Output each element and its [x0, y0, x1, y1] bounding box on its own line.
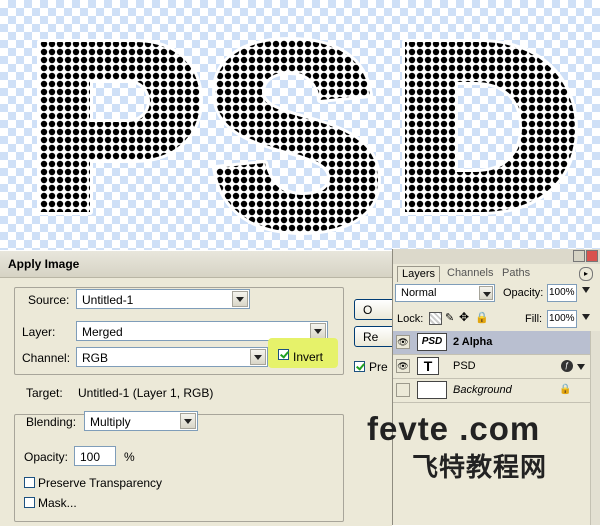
eye-icon[interactable]: 👁 [396, 359, 410, 373]
lock-label: Lock: [397, 313, 424, 325]
opacity-slider-arrow-icon[interactable] [582, 287, 590, 293]
tab-layers[interactable]: Layers [397, 266, 441, 282]
target-label: Target: [26, 386, 63, 400]
panel-tabs: Layers Channels Paths ▸ [393, 264, 600, 282]
type-layer-thumbnail: T [417, 357, 439, 375]
panel-title-bar[interactable] [393, 249, 600, 264]
layer-thumbnail [417, 381, 447, 399]
chevron-down-icon[interactable] [310, 323, 326, 339]
layer-thumbnail: PSD [417, 333, 447, 351]
layer-name: Background [453, 384, 512, 396]
lock-pixels-icon[interactable]: ✎ [445, 311, 454, 324]
layer-name: PSD [453, 360, 476, 372]
document-canvas [0, 0, 600, 250]
fill-input[interactable]: 100% [547, 310, 577, 328]
channel-select[interactable]: RGB [76, 347, 268, 367]
layer-row-2-alpha[interactable]: 👁 PSD 2 Alpha [393, 331, 600, 355]
chevron-down-icon[interactable] [232, 291, 248, 307]
panel-menu-icon[interactable]: ▸ [579, 267, 593, 281]
dialog-title: Apply Image [8, 257, 80, 271]
layer-effects-icon[interactable]: ƒ [561, 360, 573, 372]
opacity-value: 100 [80, 450, 101, 464]
dialog-title-bar[interactable]: Apply Image [0, 251, 392, 278]
layer-label: Layer: [22, 325, 56, 339]
target-value: Untitled-1 (Layer 1, RGB) [78, 386, 214, 400]
invert-checkbox[interactable] [278, 349, 289, 360]
close-icon[interactable] [586, 250, 598, 262]
letter-d [402, 39, 578, 215]
blending-select[interactable]: Multiply [84, 411, 198, 431]
source-value: Untitled-1 [82, 293, 134, 307]
panel-scrollbar[interactable] [590, 331, 600, 525]
mask-label[interactable]: Mask... [38, 496, 77, 510]
blending-label: Blending: [26, 415, 77, 429]
channel-value: RGB [82, 351, 109, 365]
layer-value: Merged [82, 325, 123, 339]
tab-paths[interactable]: Paths [498, 266, 534, 282]
expand-arrow-icon[interactable] [577, 364, 585, 370]
opacity-label: Opacity: [24, 450, 69, 464]
source-select[interactable]: Untitled-1 [76, 289, 250, 309]
letter-p [37, 39, 203, 215]
watermark-url: fevte .com [367, 410, 541, 447]
tab-channels[interactable]: Channels [443, 266, 497, 282]
letter-s [212, 37, 381, 235]
fill-label: Fill: [525, 313, 543, 325]
watermark-chinese: 飞特教程网 [412, 453, 548, 483]
chevron-down-icon[interactable] [180, 413, 196, 429]
blending-value: Multiply [90, 415, 131, 429]
eye-icon[interactable]: 👁 [396, 335, 410, 349]
panel-opacity-input[interactable]: 100% [547, 284, 577, 302]
blend-mode-value: Normal [401, 287, 437, 299]
preview-label[interactable]: Pre [369, 360, 388, 374]
preserve-transparency-label[interactable]: Preserve Transparency [38, 476, 162, 490]
opacity-input[interactable]: 100 [74, 446, 116, 466]
source-label: Source: [28, 293, 70, 307]
minimize-icon[interactable] [573, 250, 585, 262]
layer-name: 2 Alpha [453, 336, 493, 348]
fill-value: 100% [549, 313, 575, 324]
psd-halftone-letters [37, 37, 578, 235]
layer-row-psd[interactable]: 👁 T PSD ƒ [393, 355, 600, 379]
channel-label: Channel: [22, 351, 71, 365]
lock-position-icon[interactable]: ✥ [459, 310, 469, 324]
panel-opacity-value: 100% [549, 287, 575, 298]
lock-icon: 🔒 [559, 384, 572, 395]
blend-mode-select[interactable]: Normal [395, 284, 495, 302]
opacity-unit: % [124, 450, 135, 464]
invert-label[interactable]: Invert [293, 350, 323, 364]
fill-slider-arrow-icon[interactable] [582, 314, 590, 320]
layers-list: 👁 PSD 2 Alpha 👁 T PSD ƒ Background 🔒 [393, 331, 600, 403]
chevron-down-icon[interactable] [250, 349, 266, 365]
chevron-down-icon[interactable] [479, 286, 493, 300]
lock-transparent-icon[interactable] [429, 312, 442, 325]
visibility-empty-icon[interactable] [396, 383, 410, 397]
lock-all-icon[interactable]: 🔒 [475, 311, 489, 324]
preview-checkbox[interactable] [354, 361, 365, 372]
mask-checkbox[interactable] [24, 497, 35, 508]
layer-row-background[interactable]: Background 🔒 [393, 379, 600, 403]
preserve-transparency-checkbox[interactable] [24, 477, 35, 488]
panel-opacity-label: Opacity: [503, 287, 544, 299]
